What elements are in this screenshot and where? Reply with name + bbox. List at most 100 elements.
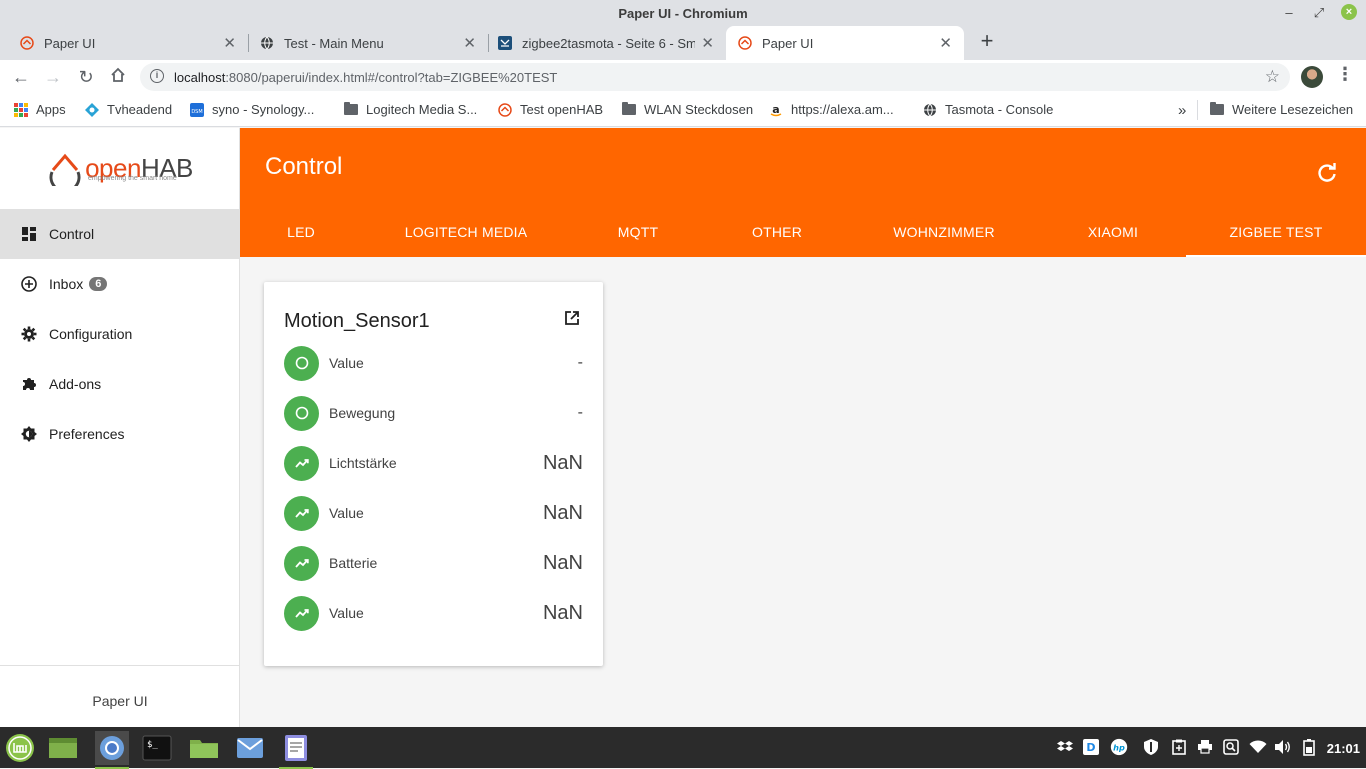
volume-icon[interactable] xyxy=(1274,737,1292,757)
files-app-icon[interactable] xyxy=(187,731,221,765)
page-title: Control xyxy=(265,153,343,180)
close-tab-icon[interactable]: ✕ xyxy=(223,34,236,52)
list-item[interactable]: Bewegung - xyxy=(284,395,583,431)
sidebar-item-inbox[interactable]: Inbox 6 xyxy=(0,259,240,309)
list-item[interactable]: Lichtstärke NaN xyxy=(284,445,583,481)
logo-tagline: empowering the smart home xyxy=(88,175,177,182)
main-content: Motion_Sensor1 Value - Bewegung - Lichts… xyxy=(240,257,1366,727)
item-label: Batterie xyxy=(329,555,378,571)
bookmark-tvheadend[interactable]: Tvheadend xyxy=(85,102,172,117)
printer-icon[interactable] xyxy=(1196,737,1214,757)
browser-tab-zigbee2tasmota[interactable]: zigbee2tasmota - Seite 6 - Sm ✕ xyxy=(486,26,726,60)
item-label: Value xyxy=(329,355,364,371)
sidebar-item-addons[interactable]: Add-ons xyxy=(0,359,240,409)
list-item[interactable]: Batterie NaN xyxy=(284,545,583,581)
site-info-icon[interactable]: i xyxy=(150,69,164,83)
address-url: localhost:8080/paperui/index.html#/contr… xyxy=(174,70,558,85)
globe-icon xyxy=(923,103,937,117)
trending-up-icon xyxy=(284,495,319,531)
folder-icon xyxy=(1210,102,1224,117)
back-icon[interactable]: ← xyxy=(10,66,32,88)
list-item[interactable]: Value NaN xyxy=(284,595,583,631)
bookmark-alexa[interactable]: a https://alexa.am... xyxy=(769,102,894,117)
home-icon[interactable] xyxy=(107,66,129,88)
mint-menu-icon[interactable] xyxy=(3,731,37,765)
new-tab-button[interactable]: + xyxy=(976,30,998,52)
openhab-logo[interactable]: openHAB empowering the smart home xyxy=(0,128,240,208)
tab-zigbee-test[interactable]: ZIGBEE TEST xyxy=(1186,208,1366,257)
maximize-icon[interactable]: ⤢ xyxy=(1308,2,1330,24)
add-circle-icon xyxy=(20,275,38,293)
dsm-icon: DSM xyxy=(190,102,204,117)
bookmark-folder-other[interactable]: Weitere Lesezeichen xyxy=(1210,102,1353,117)
trending-up-icon xyxy=(284,595,319,631)
tab-other[interactable]: OTHER xyxy=(730,208,824,257)
refresh-icon[interactable] xyxy=(1316,162,1338,184)
list-item[interactable]: Value NaN xyxy=(284,495,583,531)
mail-app-icon[interactable] xyxy=(233,731,267,765)
terminal-app-icon[interactable]: $_ xyxy=(140,731,174,765)
sidebar-item-configuration[interactable]: Configuration xyxy=(0,309,240,359)
dropbox-icon[interactable] xyxy=(1056,737,1074,757)
text-editor-app-icon[interactable] xyxy=(279,731,313,769)
close-tab-icon[interactable]: ✕ xyxy=(939,34,952,52)
bookmarks-overflow-button[interactable]: » xyxy=(1178,102,1186,119)
tab-led[interactable]: LED xyxy=(260,208,342,257)
bookmark-test-openhab[interactable]: Test openHAB xyxy=(498,102,603,117)
tab-xiaomi[interactable]: XIAOMI xyxy=(1066,208,1160,257)
sidebar-item-label: Inbox xyxy=(49,276,84,292)
browser-tab-paperui-1[interactable]: Paper UI ✕ xyxy=(8,26,248,60)
forward-icon[interactable]: → xyxy=(42,66,64,88)
sidebar: openHAB empowering the smart home Contro… xyxy=(0,128,240,727)
tab-wohnzimmer[interactable]: WOHNZIMMER xyxy=(878,208,1010,257)
inbox-count-badge: 6 xyxy=(89,277,108,291)
globe-icon xyxy=(260,36,274,50)
close-tab-icon[interactable]: ✕ xyxy=(701,34,714,52)
hp-printer-icon[interactable]: hp xyxy=(1110,737,1128,757)
browser-menu-icon[interactable]: ⋮ xyxy=(1336,64,1354,85)
wifi-icon[interactable] xyxy=(1249,737,1267,757)
bookmark-folder-logitech[interactable]: Logitech Media S... xyxy=(344,102,477,117)
thing-card: Motion_Sensor1 Value - Bewegung - Lichts… xyxy=(264,282,603,666)
bookmark-apps[interactable]: Apps xyxy=(14,102,66,117)
minimize-icon[interactable]: – xyxy=(1278,2,1300,24)
tab-logitech-media[interactable]: LOGITECH MEDIA xyxy=(392,208,540,257)
browser-tab-main-menu[interactable]: Test - Main Menu ✕ xyxy=(248,26,488,60)
gear-icon xyxy=(20,325,38,343)
svg-text:$_: $_ xyxy=(147,740,158,750)
bookmark-synology[interactable]: DSM syno - Synology... xyxy=(190,102,314,117)
item-label: Value xyxy=(329,605,364,621)
close-window-icon[interactable]: × xyxy=(1341,4,1357,20)
sidebar-item-control[interactable]: Control xyxy=(0,209,240,259)
item-value: - xyxy=(577,404,583,421)
open-in-new-icon[interactable] xyxy=(565,311,579,325)
tab-mqtt[interactable]: MQTT xyxy=(595,208,681,257)
profile-avatar[interactable] xyxy=(1301,66,1323,88)
svg-text:D: D xyxy=(1086,741,1095,754)
folder-icon xyxy=(344,102,358,117)
bookmark-tasmota[interactable]: Tasmota - Console xyxy=(923,102,1053,117)
bookmark-star-icon[interactable]: ☆ xyxy=(1265,67,1280,87)
bookmark-folder-wlan[interactable]: WLAN Steckdosen xyxy=(622,102,753,117)
battery-icon[interactable] xyxy=(1300,737,1318,757)
document-sync-icon[interactable]: D xyxy=(1082,737,1100,757)
close-tab-icon[interactable]: ✕ xyxy=(463,34,476,52)
sidebar-item-label: Preferences xyxy=(49,426,125,442)
reload-icon[interactable]: ↻ xyxy=(75,66,97,88)
list-item[interactable]: Value - xyxy=(284,345,583,381)
sidebar-item-label: Control xyxy=(49,226,95,242)
browser-tab-title: Paper UI xyxy=(44,35,96,51)
card-title: Motion_Sensor1 xyxy=(284,310,430,332)
clipboard-icon[interactable] xyxy=(1170,737,1188,757)
browser-tab-paperui-active[interactable]: Paper UI ✕ xyxy=(726,26,964,60)
bookmarks-bar: Apps Tvheadend DSM syno - Synology... Lo… xyxy=(0,94,1366,127)
address-bar[interactable]: i localhost:8080/paperui/index.html#/con… xyxy=(140,63,1290,91)
page-header: Control LED LOGITECH MEDIA MQTT OTHER WO… xyxy=(240,128,1366,257)
item-label: Value xyxy=(329,505,364,521)
screenshot-tool-icon[interactable] xyxy=(1222,737,1240,757)
shield-icon[interactable] xyxy=(1142,737,1160,757)
show-desktop-icon[interactable] xyxy=(46,731,80,765)
openhab-favicon-icon xyxy=(498,102,512,117)
chromium-app-icon[interactable] xyxy=(95,731,129,769)
sidebar-item-preferences[interactable]: Preferences xyxy=(0,409,240,459)
